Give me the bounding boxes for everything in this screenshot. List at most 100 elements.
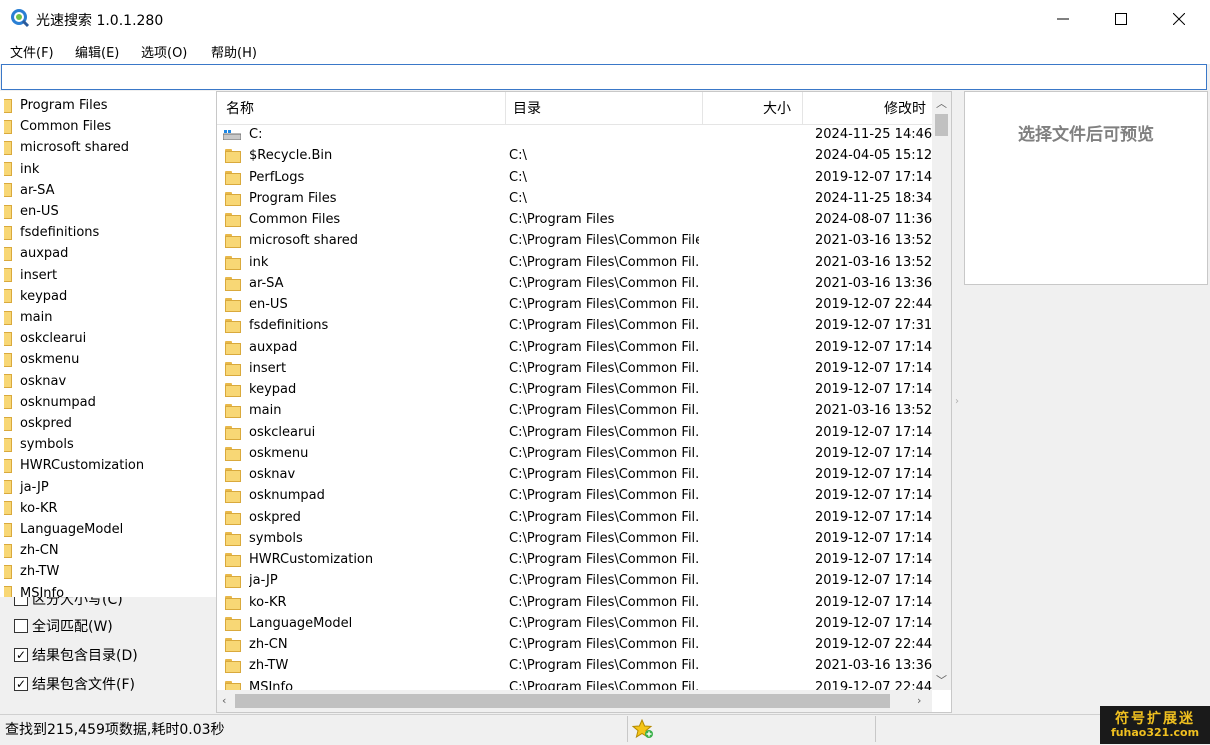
- minimize-icon: [1057, 18, 1069, 20]
- folder-icon: [4, 162, 12, 177]
- table-row[interactable]: Program Files C:\ 2024-11-25 18:34:5: [217, 189, 932, 210]
- table-row[interactable]: C: 2024-11-25 14:46:0: [217, 125, 932, 146]
- table-row[interactable]: Common Files C:\Program Files 2024-08-07 1…: [217, 210, 932, 231]
- folder-icon: [225, 191, 241, 206]
- folder-icon: [225, 276, 241, 291]
- header-name[interactable]: 名称: [226, 98, 254, 118]
- left-list-item[interactable]: Program Files: [4, 95, 108, 116]
- left-list-item[interactable]: LanguageModel: [4, 519, 123, 540]
- watermark-logo: 符号扩展迷 fuhao321.com: [1100, 706, 1210, 744]
- table-row[interactable]: $Recycle.Bin C:\ 2024-04-05 15:12:5: [217, 146, 932, 167]
- checkbox-checked-icon[interactable]: ✓: [14, 677, 28, 691]
- menu-help[interactable]: 帮助(H): [211, 42, 257, 61]
- left-list-item[interactable]: osknav: [4, 371, 66, 392]
- column-divider[interactable]: [702, 92, 703, 124]
- folder-icon: [4, 437, 12, 452]
- left-list-item[interactable]: zh-TW: [4, 561, 59, 582]
- search-input[interactable]: [2, 65, 1206, 87]
- left-list-item[interactable]: osknumpad: [4, 392, 96, 413]
- left-list-item[interactable]: oskclearui: [4, 328, 86, 349]
- table-row[interactable]: fsdefinitions C:\Program Files\Common Fil…: [217, 316, 932, 337]
- table-row[interactable]: ja-JP C:\Program Files\Common Fil... 2019-…: [217, 571, 932, 592]
- left-list-item[interactable]: en-US: [4, 201, 59, 222]
- table-row[interactable]: zh-CN C:\Program Files\Common Fil... 2019-…: [217, 635, 932, 656]
- checkbox-unchecked-icon[interactable]: [14, 619, 28, 633]
- table-row[interactable]: osknav C:\Program Files\Common Fil... 2019…: [217, 465, 932, 486]
- header-directory[interactable]: 目录: [513, 98, 541, 118]
- table-row[interactable]: oskmenu C:\Program Files\Common Fil... 201…: [217, 444, 932, 465]
- splitter-handle-icon[interactable]: ›: [955, 396, 959, 407]
- left-list-item[interactable]: ink: [4, 159, 39, 180]
- cell-directory: C:\Program Files\Common Files: [509, 233, 699, 249]
- left-list-item[interactable]: oskmenu: [4, 349, 79, 370]
- table-row[interactable]: auxpad C:\Program Files\Common Fil... 2019…: [217, 338, 932, 359]
- table-row[interactable]: keypad C:\Program Files\Common Fil... 2019…: [217, 380, 932, 401]
- cell-directory: C:\Program Files\Common Fil...: [509, 637, 699, 652]
- left-list-item[interactable]: insert: [4, 265, 57, 286]
- menu-file[interactable]: 文件(F): [10, 42, 54, 61]
- option-checkbox[interactable]: 全词匹配(W): [14, 616, 113, 636]
- table-row[interactable]: zh-TW C:\Program Files\Common Fil... 2021-…: [217, 656, 932, 677]
- table-row[interactable]: HWRCustomization C:\Program Files\Common …: [217, 550, 932, 571]
- left-list-item[interactable]: MSInfo: [4, 583, 64, 597]
- left-list-item[interactable]: keypad: [4, 286, 67, 307]
- folder-icon: [4, 458, 12, 473]
- cell-modified: 2021-03-16 13:52:4: [815, 254, 932, 270]
- cell-directory: C:\: [509, 169, 527, 185]
- vertical-scroll-thumb[interactable]: [935, 114, 948, 136]
- table-row[interactable]: microsoft shared C:\Program Files\Common …: [217, 231, 932, 252]
- left-list-item[interactable]: main: [4, 307, 52, 328]
- left-list-item[interactable]: symbols: [4, 434, 74, 455]
- vertical-scrollbar[interactable]: ︿ ﹀: [932, 92, 951, 690]
- table-row[interactable]: LanguageModel C:\Program Files\Common Fil…: [217, 614, 932, 635]
- menu-edit[interactable]: 编辑(E): [75, 42, 119, 61]
- table-row[interactable]: oskclearui C:\Program Files\Common Fil...…: [217, 423, 932, 444]
- minimize-button[interactable]: [1034, 0, 1092, 38]
- cell-directory: C:\Program Files\Common Fil...: [509, 403, 699, 419]
- favorite-star-icon[interactable]: [632, 719, 654, 739]
- left-list-item[interactable]: ja-JP: [4, 477, 49, 498]
- scroll-down-icon[interactable]: ﹀: [936, 672, 947, 688]
- table-row[interactable]: oskpred C:\Program Files\Common Fil... 201…: [217, 508, 932, 529]
- menu-options[interactable]: 选项(O): [141, 42, 187, 61]
- checkbox-checked-icon[interactable]: ✓: [14, 648, 28, 662]
- maximize-icon: [1115, 13, 1127, 25]
- option-checkbox[interactable]: ✓ 结果包含目录(D): [14, 645, 138, 665]
- column-divider[interactable]: [802, 92, 803, 124]
- scroll-right-icon[interactable]: ›: [917, 694, 921, 707]
- table-row[interactable]: en-US C:\Program Files\Common Fil... 2019-…: [217, 295, 932, 316]
- horizontal-scrollbar[interactable]: ‹ ›: [217, 690, 932, 712]
- left-list-item[interactable]: zh-CN: [4, 540, 59, 561]
- left-list-item[interactable]: fsdefinitions: [4, 222, 99, 243]
- scroll-up-icon[interactable]: ︿: [936, 95, 947, 111]
- scroll-left-icon[interactable]: ‹: [222, 694, 226, 707]
- column-divider[interactable]: [505, 92, 506, 124]
- table-row[interactable]: ar-SA C:\Program Files\Common Fil... 2021-…: [217, 274, 932, 295]
- table-row[interactable]: PerfLogs C:\ 2019-12-07 17:14:5: [217, 168, 932, 189]
- left-list-item[interactable]: ko-KR: [4, 498, 58, 519]
- left-folder-list[interactable]: Program Files Common Files microsoft share…: [0, 91, 216, 597]
- left-list-item[interactable]: ar-SA: [4, 180, 55, 201]
- header-modified[interactable]: 修改时: [884, 98, 926, 118]
- left-list-label: Common Files: [20, 119, 112, 135]
- table-row[interactable]: ink C:\Program Files\Common Fil... 2021-03…: [217, 253, 932, 274]
- header-size[interactable]: 大小: [763, 98, 791, 118]
- left-list-item[interactable]: Common Files: [4, 116, 111, 137]
- cell-directory: C:\Program Files\Common Fil...: [509, 573, 699, 589]
- cell-modified: 2024-04-05 15:12:5: [815, 148, 932, 164]
- table-row[interactable]: insert C:\Program Files\Common Fil... 2019…: [217, 359, 932, 380]
- table-row[interactable]: symbols C:\Program Files\Common Fil... 201…: [217, 529, 932, 550]
- option-checkbox[interactable]: ✓ 结果包含文件(F): [14, 674, 135, 694]
- left-list-item[interactable]: auxpad: [4, 243, 68, 264]
- close-button[interactable]: [1150, 0, 1208, 38]
- cell-name: HWRCustomization: [249, 552, 374, 567]
- table-row[interactable]: main C:\Program Files\Common Fil... 2021-0…: [217, 401, 932, 422]
- table-row[interactable]: ko-KR C:\Program Files\Common Fil... 2019-…: [217, 593, 932, 614]
- left-list-item[interactable]: HWRCustomization: [4, 455, 144, 476]
- maximize-button[interactable]: [1092, 0, 1150, 38]
- left-list-item[interactable]: microsoft shared: [4, 137, 129, 158]
- left-list-item[interactable]: oskpred: [4, 413, 72, 434]
- table-row[interactable]: osknumpad C:\Program Files\Common Fil... 2…: [217, 486, 932, 507]
- left-list-label: main: [20, 310, 53, 325]
- horizontal-scroll-thumb[interactable]: [235, 694, 890, 708]
